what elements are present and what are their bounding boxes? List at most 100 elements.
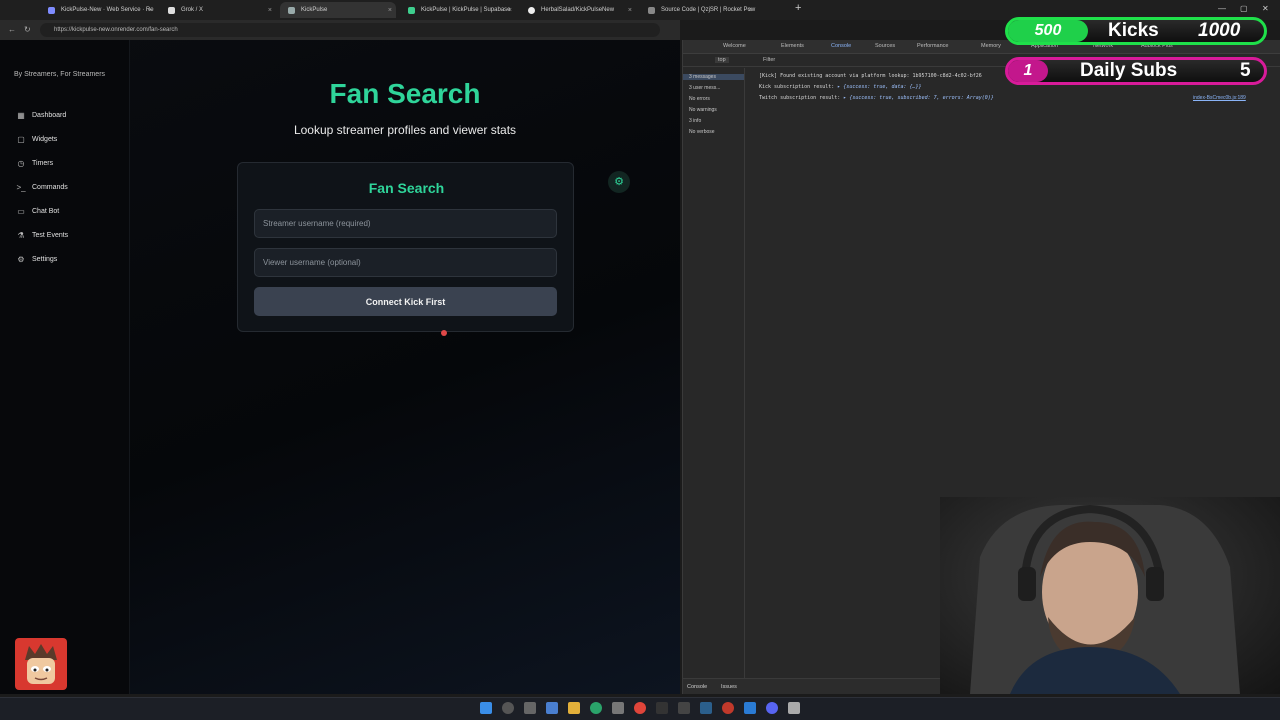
source-link[interactable]: index-BsCmec0b.js:189 xyxy=(1193,95,1246,101)
close-window-icon[interactable]: ✕ xyxy=(1262,4,1269,13)
app-icon[interactable] xyxy=(722,702,734,714)
browser-tab[interactable]: Source Code | QzjSR | Rocket Pow × xyxy=(640,2,756,18)
sidebar-warnings[interactable]: No warnings xyxy=(689,107,717,113)
tab-favicon-icon xyxy=(168,6,175,14)
streamer-username-input[interactable] xyxy=(254,209,557,238)
sidebar-user-messages[interactable]: 3 user mess... xyxy=(689,85,720,91)
sidebar-item-settings[interactable]: ⚙ Settings xyxy=(16,255,57,264)
subs-label: Daily Subs xyxy=(1080,60,1178,81)
connect-kick-button[interactable]: Connect Kick First xyxy=(254,287,557,316)
kicks-current: 500 xyxy=(1008,20,1088,42)
sidebar-item-timers[interactable]: ◷ Timers xyxy=(16,159,54,168)
terminal-icon: >_ xyxy=(16,183,26,192)
kicks-goal: 1000 xyxy=(1198,20,1241,41)
sidebar-errors[interactable]: No errors xyxy=(689,96,710,102)
sidebar-verbose[interactable]: No verbose xyxy=(689,129,715,135)
close-icon[interactable]: × xyxy=(508,7,512,14)
drawer-tab-console[interactable]: Console xyxy=(687,684,707,690)
tab-welcome[interactable]: Welcome xyxy=(723,43,746,49)
sidebar-item-label: Widgets xyxy=(32,136,58,143)
back-icon[interactable]: ← xyxy=(8,25,16,34)
search-icon[interactable] xyxy=(502,702,514,714)
tab-favicon-icon xyxy=(48,6,55,14)
close-icon[interactable]: × xyxy=(388,7,392,14)
sidebar-item-chat-bot[interactable]: ▭ Chat Bot xyxy=(16,207,59,216)
start-icon[interactable] xyxy=(480,702,492,714)
sidebar-item-label: Settings xyxy=(32,256,58,263)
discord-icon[interactable] xyxy=(766,702,778,714)
close-icon[interactable]: × xyxy=(628,7,632,14)
sidebar-item-label: Dashboard xyxy=(32,112,67,119)
app-icon[interactable] xyxy=(788,702,800,714)
browser-tab[interactable]: HerbalSalad/KickPulseNew × xyxy=(520,2,636,18)
filter-input[interactable]: Filter xyxy=(763,57,775,63)
tab-memory[interactable]: Memory xyxy=(981,43,1001,49)
tab-sources[interactable]: Sources xyxy=(875,43,895,49)
task-view-icon[interactable] xyxy=(524,702,536,714)
sidebar-info[interactable]: 3 info xyxy=(689,118,701,124)
viewer-username-input[interactable] xyxy=(254,248,557,277)
app-icon[interactable] xyxy=(656,702,668,714)
url-input[interactable]: https://kickpulse-new.onrender.com/fan-s… xyxy=(40,23,660,37)
sidebar-item-dashboard[interactable]: ▦ Dashboard xyxy=(16,111,66,120)
gear-icon: ⚙ xyxy=(614,176,624,188)
browser-tab[interactable]: KickPulse-New · Web Service · Re × xyxy=(40,2,156,18)
taskbar xyxy=(0,697,1280,720)
context-select[interactable]: top xyxy=(715,57,729,63)
tab-favicon-icon xyxy=(528,6,535,14)
close-icon[interactable]: × xyxy=(268,7,272,14)
sidebar-item-label: Timers xyxy=(32,160,54,167)
file-explorer-icon[interactable] xyxy=(568,702,580,714)
tab-title: HerbalSalad/KickPulseNew xyxy=(541,7,615,13)
sidebar-item-test-events[interactable]: ⚗ Test Events xyxy=(16,231,68,240)
sidebar-item-label: Chat Bot xyxy=(32,208,60,215)
minimize-icon[interactable]: — xyxy=(1218,4,1226,13)
steam-icon[interactable] xyxy=(700,702,712,714)
gear-icon: ⚙ xyxy=(17,255,25,264)
settings-gear-button[interactable]: ⚙ xyxy=(608,171,630,193)
tab-favicon-icon xyxy=(408,6,415,14)
sidebar-item-label: Test Events xyxy=(32,232,69,239)
subs-goal: 5 xyxy=(1240,60,1251,81)
tab-elements[interactable]: Elements xyxy=(781,43,804,49)
reload-icon[interactable]: ↻ xyxy=(24,25,31,34)
kicks-goal-overlay: 500 Kicks 1000 xyxy=(1005,17,1267,45)
sidebar-item-widgets[interactable]: ▢ Widgets xyxy=(16,135,57,144)
close-icon[interactable]: × xyxy=(148,7,152,14)
console-log-line: Twitch subscription result: ▸ {success: … xyxy=(759,95,994,101)
page-title: Fan Search xyxy=(329,78,481,109)
close-icon[interactable]: × xyxy=(748,7,752,14)
subs-goal-overlay: 1 Daily Subs 5 xyxy=(1005,57,1267,85)
browser-tab[interactable]: Grok / X × xyxy=(160,2,276,18)
page-subtitle: Lookup streamer profiles and viewer stat… xyxy=(293,123,517,137)
vscode-icon[interactable] xyxy=(744,702,756,714)
browser-tab[interactable]: KickPulse | KickPulse | Supabase × xyxy=(400,2,516,18)
sidebar-messages[interactable]: 3 messages xyxy=(683,74,744,80)
new-tab-button[interactable]: + xyxy=(795,2,801,14)
store-icon[interactable] xyxy=(612,702,624,714)
browser-tab-active[interactable]: KickPulse × xyxy=(280,2,396,18)
tab-favicon-icon xyxy=(288,6,295,14)
card-title: Fan Search xyxy=(368,180,445,196)
sidebar: By Streamers, For Streamers ▦ Dashboard … xyxy=(0,40,130,694)
fan-search-card: Fan Search Connect Kick First xyxy=(237,162,574,332)
sidebar-item-commands[interactable]: >_ Commands xyxy=(16,183,67,192)
maximize-icon[interactable]: ▢ xyxy=(1240,4,1248,13)
webcam-feed xyxy=(940,497,1280,694)
subs-current: 1 xyxy=(1008,60,1048,82)
chat-icon: ▭ xyxy=(17,207,25,216)
chrome-icon[interactable] xyxy=(634,702,646,714)
tab-title: KickPulse | KickPulse | Supabase xyxy=(421,7,511,13)
edge-icon[interactable] xyxy=(590,702,602,714)
tab-performance[interactable]: Performance xyxy=(917,43,949,49)
avatar[interactable] xyxy=(15,638,67,690)
console-log-line: [Kick] Found existing account via platfo… xyxy=(759,73,982,79)
clock-icon: ◷ xyxy=(17,159,25,168)
app-page: By Streamers, For Streamers ▦ Dashboard … xyxy=(0,40,680,694)
widgets-icon: ▢ xyxy=(17,135,25,144)
tab-console[interactable]: Console xyxy=(831,43,851,49)
drawer-tab-issues[interactable]: Issues xyxy=(721,684,737,690)
tab-title: Grok / X xyxy=(181,7,204,13)
widgets-icon[interactable] xyxy=(546,702,558,714)
app-icon[interactable] xyxy=(678,702,690,714)
